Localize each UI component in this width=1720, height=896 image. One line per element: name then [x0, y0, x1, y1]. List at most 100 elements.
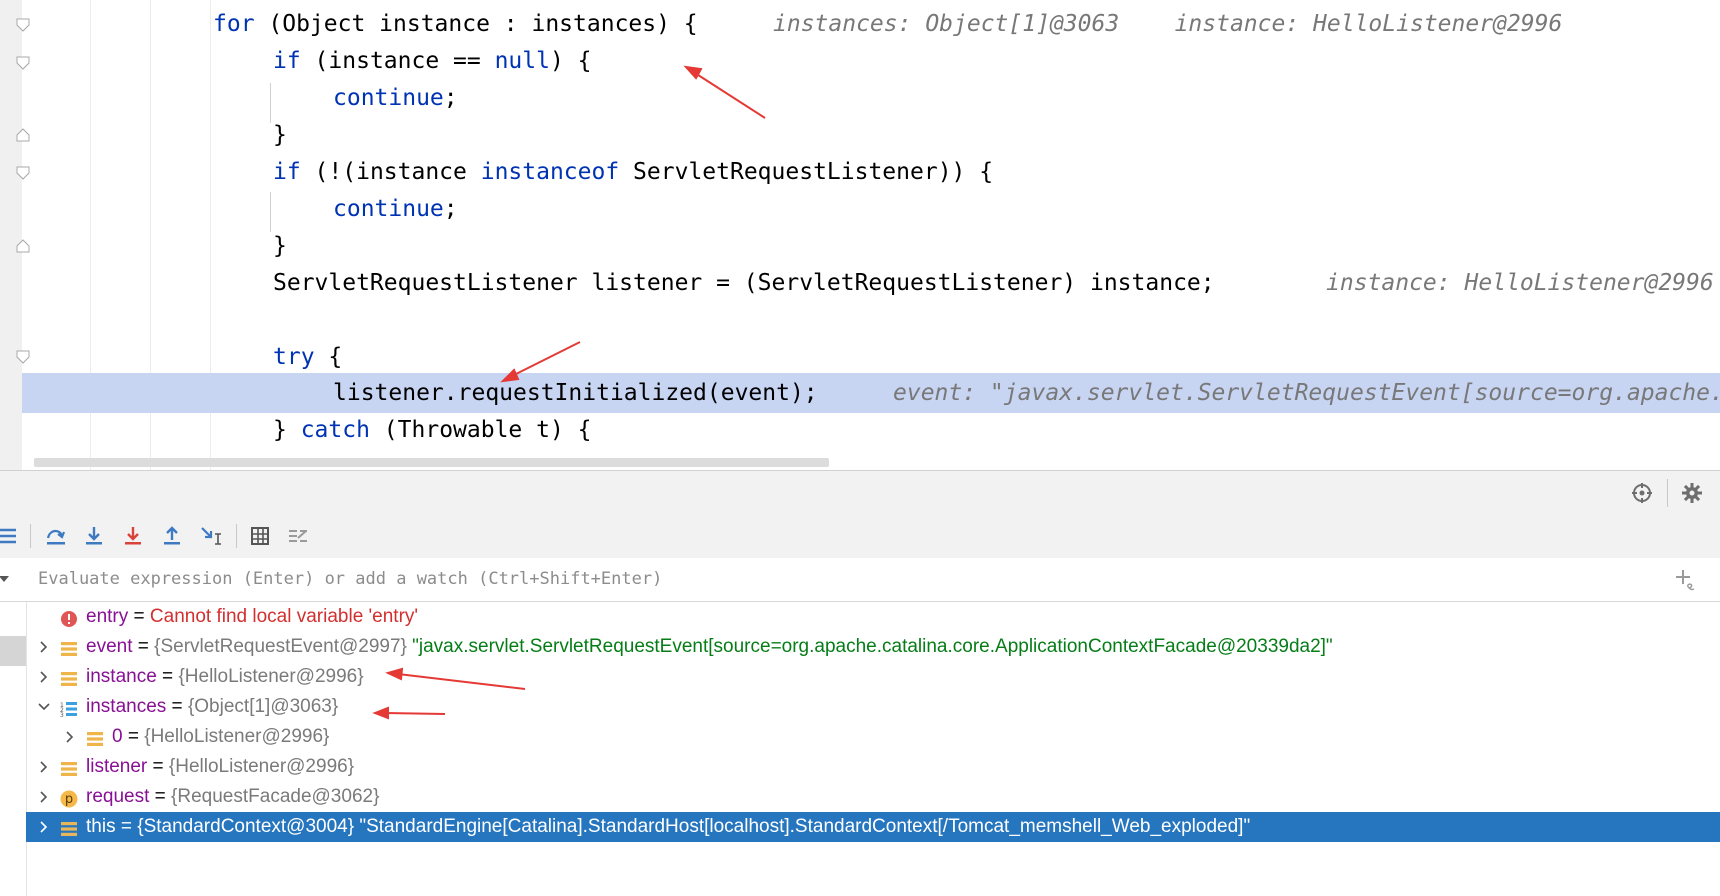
variables-tree[interactable]: entry = Cannot find local variable 'entr…: [0, 602, 1720, 896]
watch-expression-input[interactable]: [30, 564, 1666, 594]
code-keyword: if: [273, 48, 301, 74]
variable-row[interactable]: event = {ServletRequestEvent@2997} "java…: [26, 632, 1720, 662]
code-line[interactable]: try {: [0, 337, 1720, 377]
debug-panel-header: [0, 470, 1720, 516]
variable-equals: =: [122, 726, 145, 747]
field-icon: [60, 818, 78, 836]
svg-text:p: p: [65, 792, 73, 807]
variable-row[interactable]: entry = Cannot find local variable 'entr…: [26, 602, 1720, 632]
variable-name: this: [86, 816, 116, 837]
code-token: listener.requestInitialized(event);: [333, 380, 818, 406]
toolbar-divider: [236, 524, 237, 548]
toolbar-divider: [30, 524, 31, 548]
variable-equals: =: [156, 666, 179, 687]
layout-menu-icon[interactable]: [0, 522, 22, 550]
variable-row[interactable]: this = {StandardContext@3004} "StandardE…: [26, 812, 1720, 842]
debug-toolbar: [0, 514, 1720, 559]
array-icon: 123: [60, 698, 78, 719]
code-text: for (Object instance : instances) {: [213, 4, 698, 44]
chevron-right-icon[interactable]: [36, 662, 52, 692]
variable-name: entry: [86, 606, 129, 627]
code-token: ;: [443, 196, 458, 222]
code-keyword: continue: [333, 196, 444, 222]
code-token: (instance ==: [300, 48, 495, 74]
code-text: if (!(instance instanceof ServletRequest…: [273, 152, 993, 192]
variable-equals: =: [128, 606, 150, 627]
chevron-right-icon[interactable]: [36, 812, 52, 842]
add-watch-icon[interactable]: [1674, 568, 1698, 597]
variable-name: instance: [86, 666, 157, 687]
code-line[interactable]: }: [0, 115, 1720, 155]
code-token: }: [273, 417, 301, 443]
code-token: }: [273, 233, 287, 259]
code-token: }: [273, 122, 287, 148]
variable-row[interactable]: 0 = {HelloListener@2996}: [26, 722, 1720, 752]
step-into-icon[interactable]: [80, 522, 108, 550]
variable-type: {ServletRequestEvent@2997}: [154, 636, 407, 657]
code-line[interactable]: ServletRequestListener listener = (Servl…: [0, 263, 1720, 303]
trace-stream-icon[interactable]: [284, 522, 312, 550]
chevron-down-icon[interactable]: [0, 572, 10, 590]
code-text: }: [273, 226, 287, 266]
code-text: continue;: [333, 78, 458, 118]
variable-type: {Object[1]@3063}: [187, 696, 339, 717]
variable-text: listener = {HelloListener@2996}: [86, 752, 354, 782]
code-token: ServletRequestListener listener = (Servl…: [273, 270, 1215, 296]
code-line[interactable]: continue;: [0, 78, 1720, 118]
variable-row[interactable]: p request = {RequestFacade@3062}: [26, 782, 1720, 812]
step-over-icon[interactable]: [42, 522, 70, 550]
chevron-down-icon[interactable]: [36, 692, 52, 722]
code-line[interactable]: }: [0, 226, 1720, 266]
step-out-icon[interactable]: [158, 522, 186, 550]
param-icon: p: [60, 788, 78, 808]
variable-text: 0 = {HelloListener@2996}: [112, 722, 329, 752]
error-icon: [60, 608, 78, 627]
code-line[interactable]: continue;: [0, 189, 1720, 229]
variable-text: this = {StandardContext@3004} "StandardE…: [86, 812, 1250, 842]
code-keyword: null: [494, 48, 550, 74]
code-keyword: if: [273, 159, 301, 185]
code-text: }: [273, 115, 287, 155]
run-to-cursor-icon[interactable]: [197, 522, 225, 550]
chevron-right-icon[interactable]: [36, 752, 52, 782]
code-line[interactable]: if (instance == null) {: [0, 41, 1720, 81]
variable-error: Cannot find local variable 'entry': [149, 606, 419, 627]
variable-value: "StandardEngine[Catalina].StandardHost[l…: [354, 816, 1251, 837]
code-token: ;: [443, 85, 458, 111]
inline-debug-value: instances: Object[1]@3063 instance: Hell…: [773, 11, 1563, 37]
block-guide: [270, 192, 271, 232]
variable-row[interactable]: 1 2 3 instances = {Object[1]@3063}: [26, 692, 1720, 722]
code-line[interactable]: } catch (Throwable t) {: [0, 410, 1720, 450]
variable-row[interactable]: listener = {HelloListener@2996}: [26, 752, 1720, 782]
variable-equals: =: [115, 816, 138, 837]
field-icon: [60, 668, 78, 686]
code-token: (!(instance: [300, 159, 481, 185]
code-keyword: instanceof: [480, 159, 620, 185]
code-line[interactable]: if (!(instance instanceof ServletRequest…: [0, 152, 1720, 192]
code-token: {: [314, 344, 343, 370]
chevron-right-icon[interactable]: [36, 782, 52, 812]
variable-equals: =: [166, 696, 188, 717]
chevron-right-icon[interactable]: [36, 632, 52, 662]
target-icon[interactable]: [1628, 479, 1656, 507]
variable-type: {HelloListener@2996}: [168, 756, 355, 777]
code-keyword: catch: [300, 417, 370, 443]
force-step-into-icon[interactable]: [119, 522, 147, 550]
horizontal-scrollbar[interactable]: [34, 458, 829, 467]
code-line[interactable]: [0, 300, 1720, 340]
code-keyword: for: [213, 11, 255, 37]
gear-icon[interactable]: [1678, 479, 1706, 507]
variable-name: event: [86, 636, 133, 657]
code-editor[interactable]: for (Object instance : instances) { insta…: [0, 0, 1720, 470]
variable-row[interactable]: instance = {HelloListener@2996}: [26, 662, 1720, 692]
chevron-right-icon[interactable]: [62, 722, 78, 752]
evaluate-expression-icon[interactable]: [246, 522, 274, 550]
current-execution-line[interactable]: listener.requestInitialized(event); event…: [22, 373, 1720, 413]
code-token: (Object instance : instances) {: [254, 11, 698, 37]
variable-text: request = {RequestFacade@3062}: [86, 782, 379, 812]
code-line[interactable]: for (Object instance : instances) { insta…: [0, 4, 1720, 44]
code-keyword: try: [273, 344, 315, 370]
variable-name: listener: [86, 756, 148, 777]
block-guide: [270, 83, 271, 123]
variable-type: {RequestFacade@3062}: [171, 786, 380, 807]
